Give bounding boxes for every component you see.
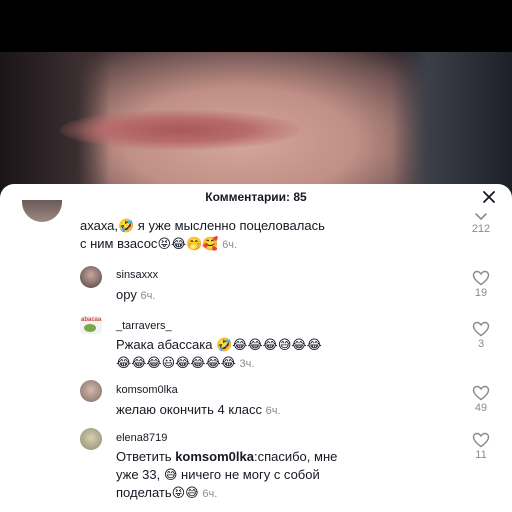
comment-username[interactable]: elena8719 (116, 432, 167, 444)
like-button[interactable]: 11 (466, 432, 496, 461)
comment-item: ахаха,🤣 я уже мысленно поцеловалась с ни… (0, 184, 512, 264)
avatar[interactable] (22, 200, 62, 222)
avatar[interactable] (80, 266, 102, 288)
avatar[interactable] (80, 380, 102, 402)
avatar[interactable] (80, 428, 102, 450)
comment-text: Ржака абассака 🤣😂😂😂😅😂😂 😂😂😂😃😂😂😂😂 3ч. (116, 337, 322, 370)
reply-item: sinsaxxx ору 6ч. 19 (0, 266, 512, 306)
mention-link[interactable]: komsom0lka (175, 449, 254, 464)
heart-icon (472, 321, 490, 337)
reply-item: elena8719 Ответить komsom0lka:спасибо, м… (0, 428, 512, 508)
reply-label[interactable]: Ответить (116, 449, 172, 464)
reply-item: komsom0lka желаю окончить 4 класс 6ч. 49 (0, 380, 512, 420)
avatar[interactable]: аbacaa (80, 316, 102, 334)
like-button[interactable]: 19 (466, 270, 496, 299)
like-count: 3 (477, 338, 485, 350)
emoji-group: 😂😂😂😃😂😂😂😂 (116, 355, 236, 370)
comment-time: 6ч. (222, 239, 238, 251)
heart-icon (472, 270, 490, 286)
comment-time: 6ч. (265, 405, 281, 417)
like-count: 49 (474, 402, 488, 414)
comment-text: Ответить komsom0lka:спасибо, мне уже 33,… (116, 449, 338, 500)
like-button[interactable]: 49 (466, 385, 496, 414)
like-button[interactable]: 3 (466, 321, 496, 350)
emoji-group: 😝😅 (171, 485, 199, 500)
reply-item: аbacaa _tarravers_ Ржака абассака 🤣😂😂😂😅😂… (0, 316, 512, 376)
video-hair-right (392, 52, 512, 200)
emoji-group: 😝😂🤭🥰 (157, 236, 219, 251)
comment-text: ору 6ч. (116, 287, 156, 302)
comment-username[interactable]: sinsaxxx (116, 269, 158, 281)
heart-icon (472, 385, 490, 401)
comment-time: 6ч. (202, 488, 218, 500)
video-background[interactable] (0, 0, 512, 200)
chevron-icon (475, 213, 487, 221)
comment-time: 6ч. (140, 290, 156, 302)
comments-sheet: Комментарии: 85 ахаха,🤣 я уже мысленно п… (0, 184, 512, 512)
like-count: 212 (471, 223, 491, 235)
emoji-group: 🤣😂😂😂😅😂😂 (216, 337, 322, 352)
like-count: 11 (475, 449, 487, 461)
comment-text: желаю окончить 4 класс 6ч. (116, 402, 281, 417)
comment-time: 3ч. (239, 358, 255, 370)
video-lips (60, 110, 300, 150)
like-count: 19 (474, 287, 488, 299)
comment-text: ахаха,🤣 я уже мысленно поцеловалась с ни… (80, 218, 325, 251)
comment-username[interactable]: _tarravers_ (116, 320, 172, 332)
comment-username[interactable]: komsom0lka (116, 384, 178, 396)
heart-icon (472, 432, 490, 448)
like-button[interactable]: 212 (466, 212, 496, 235)
